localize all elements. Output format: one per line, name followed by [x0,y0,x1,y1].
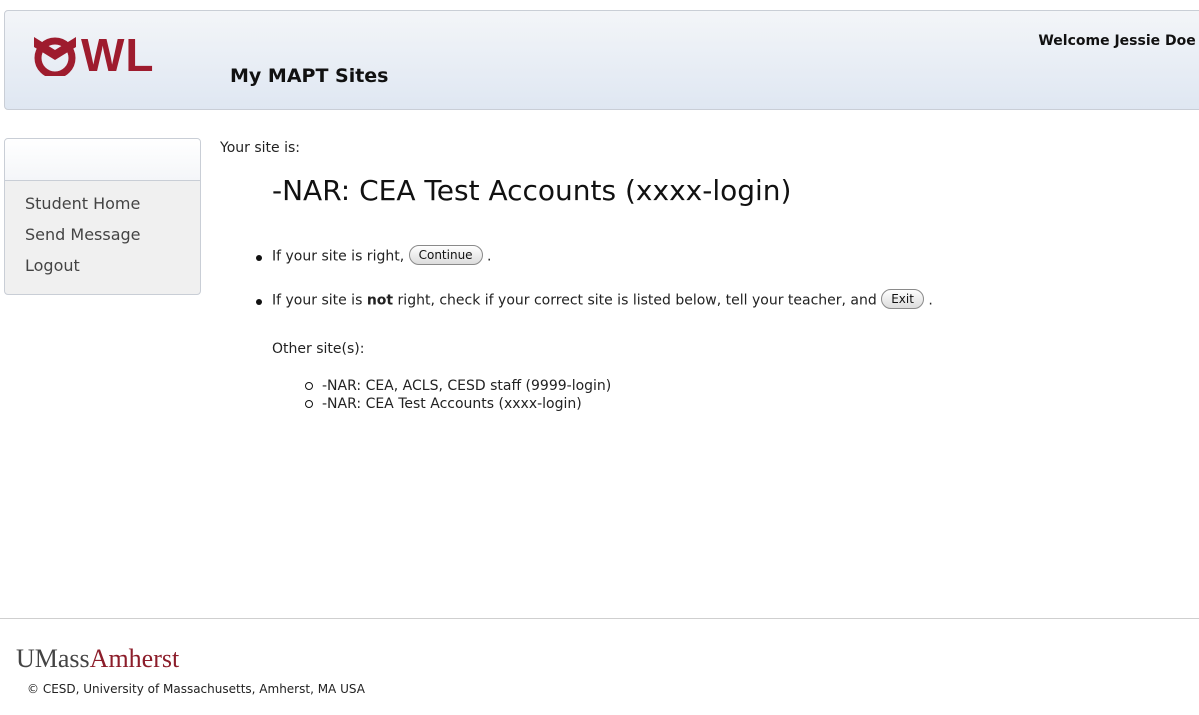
copyright: © CESD, University of Massachusetts, Amh… [27,682,365,696]
other-sites-label: Other site(s): [272,341,365,357]
page-header: WL My MAPT Sites Welcome Jessie Doe ! [4,10,1199,110]
owl-icon [31,34,79,79]
logo-text: WL [81,29,155,81]
other-sites-list: -NAR: CEA, ACLS, CESD staff (9999-login)… [304,378,611,414]
site-right-item: If your site is right, Continue . [254,245,933,292]
owl-logo: WL [31,29,155,81]
site-not-right-item: If your site is not right, check if your… [254,289,933,336]
not-right-suffix: right, check if your correct site is lis… [397,292,877,309]
page-title: My MAPT Sites [230,65,389,87]
period-text: . [487,248,492,265]
footer-divider [0,618,1199,619]
main-content: Your site is: -NAR: CEA Test Accounts (x… [220,140,1190,412]
sidebar-header [5,139,200,181]
sidebar-item-student-home[interactable]: Student Home [25,191,200,222]
exit-button[interactable]: Exit [881,289,924,309]
not-right-prefix: If your site is [272,292,363,309]
sidebar: Student Home Send Message Logout [4,138,201,295]
continue-button[interactable]: Continue [408,245,483,265]
current-site-name: -NAR: CEA Test Accounts (xxxx-login) [272,174,792,207]
list-item: -NAR: CEA Test Accounts (xxxx-login) [304,396,611,414]
sidebar-item-logout[interactable]: Logout [25,253,200,284]
instruction-list: If your site is right, Continue . If you… [254,245,933,336]
not-emphasis: not [366,292,394,309]
amherst-text: Amherst [89,644,180,673]
site-right-text: If your site is right, [272,248,405,265]
your-site-label: Your site is: [220,140,300,156]
sidebar-menu: Student Home Send Message Logout [5,181,200,284]
list-item: -NAR: CEA, ACLS, CESD staff (9999-login) [304,378,611,396]
period-text: . [928,292,933,309]
umass-text: UMass [16,644,90,673]
umass-amherst-logo: UMassAmherst [16,644,179,674]
welcome-message: Welcome Jessie Doe ! [1038,33,1199,49]
sidebar-item-send-message[interactable]: Send Message [25,222,200,253]
